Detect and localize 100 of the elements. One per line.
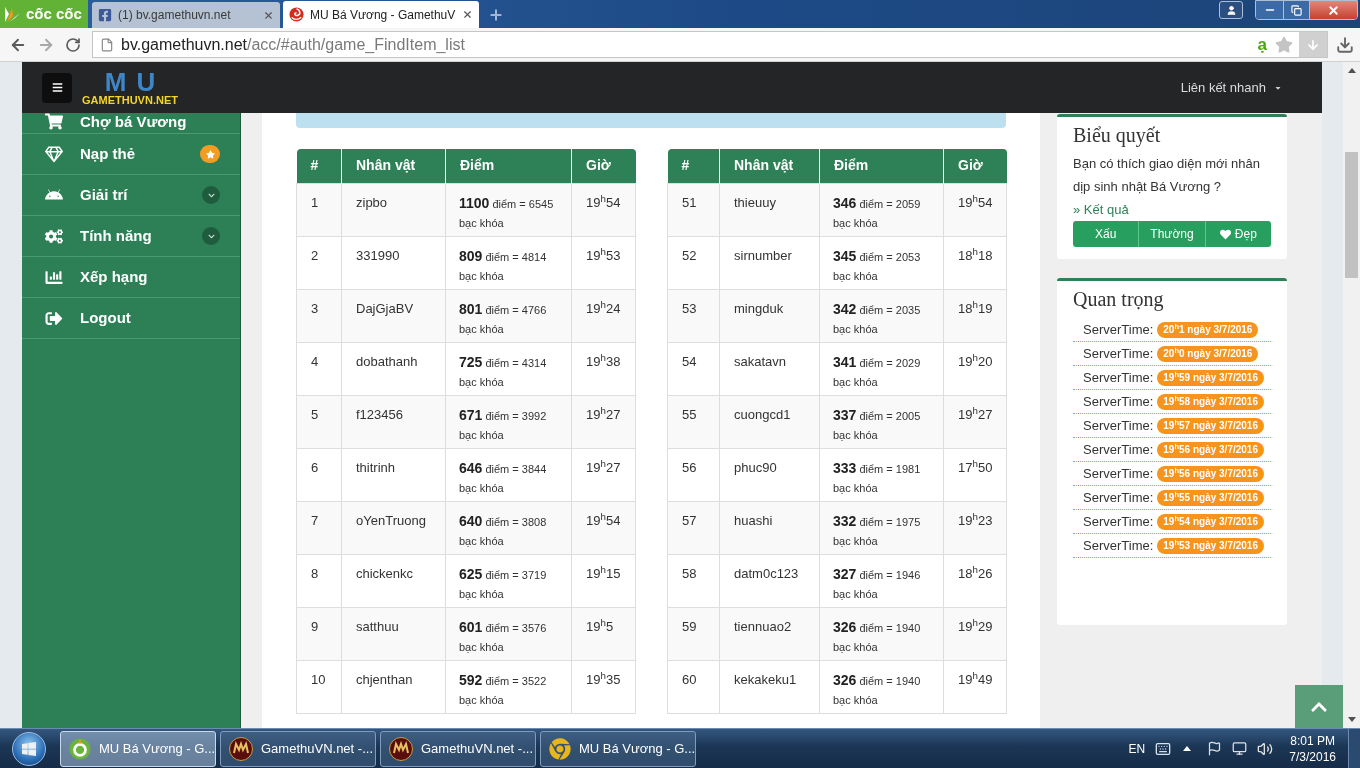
scroll-down-icon[interactable]: [1347, 717, 1356, 722]
item-label: ServerTime:: [1083, 466, 1154, 482]
sidebar-item[interactable]: Tính năng: [22, 216, 240, 257]
table-cell: 1: [296, 183, 342, 236]
taskbar-button[interactable]: GamethuVN.net -...: [380, 730, 536, 767]
table-cell: 3: [296, 289, 342, 342]
table-cell: 337 điểm = 2005 bạc khóa: [819, 395, 944, 448]
item-label: ServerTime:: [1083, 322, 1154, 338]
bookmark-star-icon[interactable]: [1275, 35, 1293, 54]
minimize-button[interactable]: [1256, 1, 1283, 19]
star-badge-icon: [200, 145, 220, 163]
item-label: ServerTime:: [1083, 418, 1154, 434]
bar-chart-icon: [45, 268, 63, 286]
taskbar-button[interactable]: MU Bá Vương - G...: [60, 730, 216, 767]
column-header: #: [667, 149, 720, 183]
download-icon[interactable]: [1336, 35, 1354, 54]
table-cell: 326 điểm = 1940 bạc khóa: [819, 607, 944, 660]
table-cell: 9: [296, 607, 342, 660]
flag-icon[interactable]: [1207, 741, 1223, 756]
table-cell: 345 điểm = 2053 bạc khóa: [819, 236, 944, 289]
volume-icon[interactable]: [1257, 740, 1274, 757]
vote-button[interactable]: Xấu: [1073, 221, 1140, 247]
table-cell: 19$^{h}$27: [943, 395, 1007, 448]
table-cell: mingduk: [719, 289, 820, 342]
table-cell: 19$^{h}$49: [943, 660, 1007, 713]
keyboard-icon[interactable]: [1155, 740, 1172, 757]
sidebar-item[interactable]: Chợ bá Vương: [22, 113, 240, 134]
close-icon[interactable]: [263, 9, 274, 21]
heart-icon: [1219, 228, 1231, 240]
table-cell: 333 điểm = 1981 bạc khóa: [819, 448, 944, 501]
table-cell: 2: [296, 236, 342, 289]
scroll-up-icon[interactable]: [1347, 68, 1356, 73]
quick-links-dropdown[interactable]: Liên kết nhanh: [1180, 77, 1282, 98]
table-cell: 327 điểm = 1946 bạc khóa: [819, 554, 944, 607]
table-cell: 5: [296, 395, 342, 448]
result-link[interactable]: » Kết quả: [1073, 202, 1129, 217]
column-header: #: [296, 149, 342, 183]
table-cell: 809 điểm = 4814 bạc khóa: [445, 236, 572, 289]
table-cell: chickenkc: [341, 554, 446, 607]
table-cell: 6: [296, 448, 342, 501]
table-cell: sirnumber: [719, 236, 820, 289]
table-cell: 17$^{h}$50: [943, 448, 1007, 501]
table-cell: datm0c123: [719, 554, 820, 607]
table-cell: 1100 điểm = 6545 bạc khóa: [445, 183, 572, 236]
new-tab-icon[interactable]: [488, 7, 504, 23]
extension-button[interactable]: ạ: [1257, 36, 1267, 53]
browser-tab[interactable]: MU Bá Vương - GamethuV: [283, 1, 479, 28]
table-cell: dobathanh: [341, 342, 446, 395]
clock[interactable]: 8:01 PM 7/3/2016: [1289, 732, 1336, 765]
item-label: ServerTime:: [1083, 514, 1154, 530]
start-button[interactable]: [12, 731, 46, 766]
table-cell: 19$^{h}$38: [571, 342, 636, 395]
swirl-icon: [289, 7, 304, 22]
table-cell: sakatavn: [719, 342, 820, 395]
table-cell: 646 điểm = 3844 bạc khóa: [445, 448, 572, 501]
network-icon[interactable]: [1232, 741, 1248, 756]
taskbar-button[interactable]: GamethuVN.net -...: [220, 730, 376, 767]
close-window-button[interactable]: [1309, 1, 1357, 19]
table-cell: cuongcd1: [719, 395, 820, 448]
column-header: Nhân vật: [719, 149, 820, 183]
chevron-down-icon: [202, 227, 220, 245]
brand-name: cốc cốc: [26, 3, 82, 24]
table-cell: 19$^{h}$20: [943, 342, 1007, 395]
circle-logo-icon: [549, 737, 571, 760]
arrow-down-icon: [1306, 37, 1320, 52]
browser-logo-panel[interactable]: cốc cốc: [0, 0, 88, 28]
browser-tab[interactable]: (1) bv.gamethuvn.net: [92, 2, 280, 28]
vote-button[interactable]: Thường: [1139, 221, 1206, 247]
table-cell: 342 điểm = 2035 bạc khóa: [819, 289, 944, 342]
sidebar-item[interactable]: Xếp hạng: [22, 257, 240, 298]
table-cell: 51: [667, 183, 720, 236]
table-cell: 19$^{h}$23: [943, 501, 1007, 554]
show-desktop-button[interactable]: [1348, 729, 1360, 768]
scrollbar-thumb[interactable]: [1345, 152, 1358, 278]
clock-time: 8:01 PM: [1290, 732, 1335, 749]
sidebar-item[interactable]: Giải trí: [22, 175, 240, 216]
table-cell: 625 điểm = 3719 bạc khóa: [445, 554, 572, 607]
table-cell: 326 điểm = 1940 bạc khóa: [819, 660, 944, 713]
vote-button[interactable]: Đẹp: [1205, 221, 1271, 247]
reload-icon[interactable]: [65, 36, 81, 53]
address-field[interactable]: bv.gamethuvn.net/acc/#auth/game_FindItem_list ạ: [92, 31, 1328, 58]
table-cell: huashi: [719, 501, 820, 554]
language-indicator[interactable]: EN: [1128, 739, 1146, 758]
table-cell: 19$^{h}$5: [571, 607, 636, 660]
table-cell: 19$^{h}$54: [943, 183, 1007, 236]
logo-letters: MU: [104, 69, 166, 94]
restore-button[interactable]: [1283, 1, 1309, 19]
tray-arrow-icon[interactable]: [1183, 746, 1192, 751]
table-cell: 53: [667, 289, 720, 342]
table-cell: 59: [667, 607, 720, 660]
menu-button[interactable]: [42, 72, 72, 103]
table-cell: DajGjaBV: [341, 289, 446, 342]
sidebar-item[interactable]: Logout: [22, 298, 240, 339]
sidebar-item[interactable]: Nạp thẻ: [22, 134, 240, 175]
time-badge: 19$^{h}$53 ngày 3/7/2016: [1157, 538, 1264, 554]
profile-button[interactable]: [1219, 1, 1243, 19]
time-badge: 19$^{h}$57 ngày 3/7/2016: [1157, 418, 1264, 434]
close-icon[interactable]: [462, 9, 473, 20]
taskbar-button[interactable]: MU Bá Vương - G...: [540, 730, 696, 767]
table-cell: 18$^{h}$19: [943, 289, 1007, 342]
